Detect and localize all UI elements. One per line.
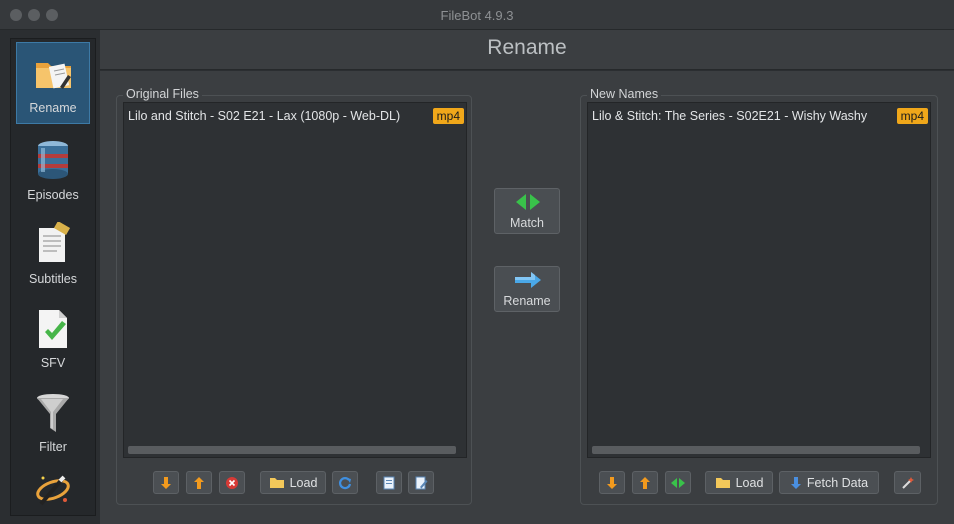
subtitles-document-icon xyxy=(33,221,73,266)
remove-button[interactable] xyxy=(219,471,245,494)
rename-label: Rename xyxy=(503,294,551,308)
funnel-icon xyxy=(33,390,73,434)
sidebar-item-label: Episodes xyxy=(27,188,79,202)
preset-tools-button[interactable] xyxy=(894,471,921,494)
arrow-up-icon xyxy=(640,476,650,489)
sidebar-item-episodes[interactable]: Episodes xyxy=(16,130,90,212)
original-files-group: Original Files Lilo and Stitch - S02 E21… xyxy=(116,87,472,505)
move-down-button[interactable] xyxy=(153,471,179,494)
sidebar-item-subtitles[interactable]: Subtitles xyxy=(16,214,90,296)
move-up-button[interactable] xyxy=(186,471,212,494)
extension-badge: mp4 xyxy=(896,108,928,124)
original-files-list[interactable]: Lilo and Stitch - S02 E21 - Lax (1080p -… xyxy=(123,102,467,458)
refresh-icon xyxy=(338,476,352,489)
fetch-data-label: Fetch Data xyxy=(806,475,869,490)
load-label: Load xyxy=(289,475,318,490)
match-toggle-button[interactable] xyxy=(665,471,691,494)
move-down-button[interactable] xyxy=(599,471,625,494)
checkmark-document-icon xyxy=(33,306,73,350)
folder-icon xyxy=(269,478,284,488)
extension-badge: mp4 xyxy=(432,108,464,124)
move-up-button[interactable] xyxy=(632,471,658,494)
arrow-down-icon xyxy=(607,476,617,489)
download-arrow-icon xyxy=(790,476,801,489)
file-name: Lilo & Stitch: The Series - S02E21 - Wis… xyxy=(592,109,868,123)
sidebar: Rename Episodes Subtitles SFV Filter xyxy=(10,38,96,516)
sidebar-item-rename[interactable]: Rename xyxy=(16,42,90,124)
rename-button[interactable]: Rename xyxy=(494,266,560,312)
clipboard-button[interactable] xyxy=(376,471,402,494)
page-title: Rename xyxy=(487,36,567,59)
sidebar-item-label: SFV xyxy=(40,356,66,370)
save-list-button[interactable] xyxy=(408,471,434,494)
magic-wand-icon xyxy=(33,468,73,512)
horizontal-scrollbar[interactable] xyxy=(592,446,920,454)
new-names-title: New Names xyxy=(587,87,662,101)
sidebar-item-sfv[interactable]: SFV xyxy=(16,298,90,380)
window-title: FileBot 4.9.3 xyxy=(440,8,514,23)
match-label: Match xyxy=(509,216,545,230)
window-titlebar: FileBot 4.9.3 xyxy=(0,0,954,30)
load-button[interactable]: Load xyxy=(705,471,773,494)
load-label: Load xyxy=(735,475,764,490)
original-files-title: Original Files xyxy=(123,87,202,101)
document-icon xyxy=(383,476,395,489)
file-name: Lilo and Stitch - S02 E21 - Lax (1080p -… xyxy=(128,109,401,123)
rename-folder-icon xyxy=(34,51,74,95)
database-icon xyxy=(33,138,73,182)
new-names-group: New Names Lilo & Stitch: The Series - S0… xyxy=(580,87,938,505)
fetch-data-button[interactable]: Fetch Data xyxy=(779,471,879,494)
sidebar-item-label: Subtitles xyxy=(29,272,77,286)
rename-panel: Original Files Lilo and Stitch - S02 E21… xyxy=(100,71,954,524)
match-arrows-icon xyxy=(514,193,542,214)
horizontal-scrollbar[interactable] xyxy=(128,446,456,454)
edit-document-icon xyxy=(415,476,428,489)
folder-icon xyxy=(715,478,730,488)
rename-arrow-icon xyxy=(514,271,542,292)
match-button[interactable]: Match xyxy=(494,188,560,234)
arrow-down-icon xyxy=(161,476,171,489)
load-button[interactable]: Load xyxy=(260,471,326,494)
new-names-list[interactable]: Lilo & Stitch: The Series - S02E21 - Wis… xyxy=(587,102,931,458)
page-header: Rename xyxy=(100,30,954,70)
sidebar-item-filter[interactable]: Filter xyxy=(16,382,90,464)
refresh-button[interactable] xyxy=(332,471,358,494)
sidebar-item-label: Rename xyxy=(29,101,77,115)
remove-icon xyxy=(226,476,238,489)
magic-wand-icon xyxy=(901,476,914,489)
sidebar-item-tools[interactable] xyxy=(16,466,90,514)
match-arrows-icon xyxy=(671,477,685,488)
sidebar-item-label: Filter xyxy=(39,440,67,454)
arrow-up-icon xyxy=(194,476,204,489)
list-item[interactable]: Lilo & Stitch: The Series - S02E21 - Wis… xyxy=(592,107,928,125)
list-item[interactable]: Lilo and Stitch - S02 E21 - Lax (1080p -… xyxy=(128,107,464,125)
